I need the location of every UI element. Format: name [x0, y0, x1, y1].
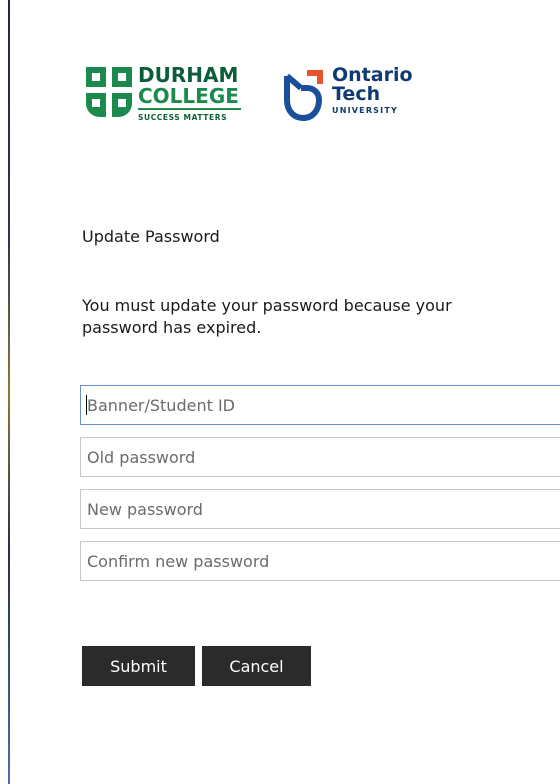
student-id-input[interactable] — [80, 385, 560, 425]
page-title: Update Password — [82, 227, 220, 246]
ontario-tech-line2: Tech — [332, 83, 381, 105]
expiry-message: You must update your password because yo… — [82, 296, 452, 337]
durham-college-tagline: SUCCESS MATTERS — [138, 113, 228, 122]
ontario-tech-line3: UNIVERSITY — [332, 106, 398, 115]
ontario-tech-logo: Ontario Tech UNIVERSITY — [281, 66, 431, 124]
durham-college-rule — [138, 108, 241, 110]
update-password-page: DURHAM COLLEGE SUCCESS MATTERS Ontario T… — [0, 0, 560, 784]
ontario-tech-wordmark: Ontario Tech UNIVERSITY — [332, 66, 413, 116]
durham-college-logo: DURHAM COLLEGE SUCCESS MATTERS — [82, 65, 252, 123]
durham-college-line1: DURHAM — [138, 63, 239, 87]
old-password-input[interactable] — [80, 437, 560, 477]
durham-college-emblem-icon — [86, 67, 132, 117]
durham-college-wordmark: DURHAM COLLEGE SUCCESS MATTERS — [138, 65, 248, 122]
window-border — [8, 0, 10, 784]
new-password-input[interactable] — [80, 489, 560, 529]
ontario-tech-emblem-icon — [284, 70, 323, 121]
submit-button[interactable]: Submit — [82, 646, 195, 686]
durham-college-line2: COLLEGE — [138, 84, 239, 108]
confirm-password-input[interactable] — [80, 541, 560, 581]
text-caret — [86, 395, 87, 415]
cancel-button[interactable]: Cancel — [202, 646, 311, 686]
